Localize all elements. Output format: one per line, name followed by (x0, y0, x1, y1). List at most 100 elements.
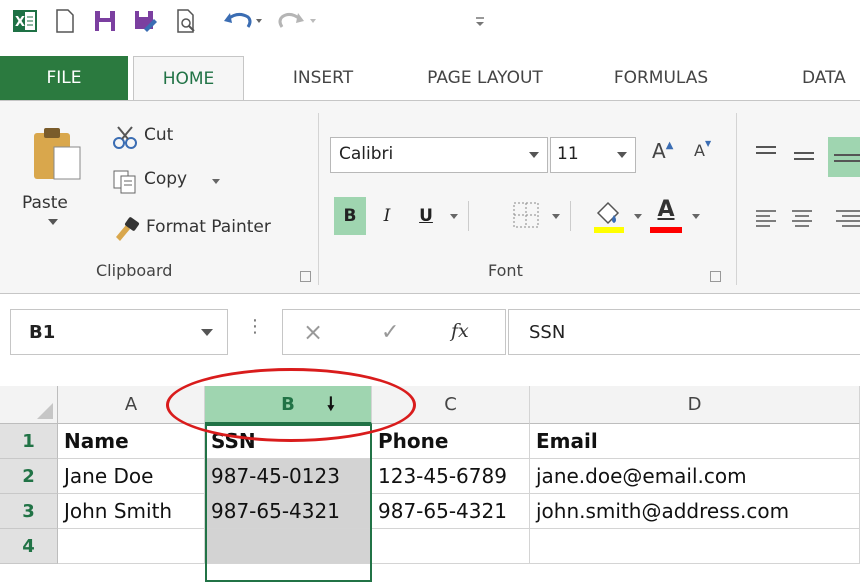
cell-a2[interactable]: Jane Doe (58, 459, 205, 494)
row-header-3[interactable]: 3 (0, 494, 58, 529)
formula-bar-resize-handle[interactable]: ⋮ (246, 316, 264, 337)
cell-d3[interactable]: john.smith@address.com (530, 494, 860, 529)
grow-font-button[interactable]: A▲ (652, 139, 686, 169)
print-preview-icon[interactable] (172, 6, 202, 36)
grow-font-label: A (652, 139, 666, 163)
svg-text:X: X (15, 15, 25, 30)
fill-color-icon[interactable] (592, 197, 626, 235)
shrink-font-button[interactable]: A▼ (694, 139, 724, 171)
cell-d1[interactable]: Email (530, 424, 860, 459)
quick-access-toolbar: X (0, 0, 860, 42)
align-left-icon[interactable] (752, 205, 780, 233)
bold-button[interactable]: B (334, 197, 366, 235)
font-size-value: 11 (557, 144, 579, 164)
save-as-icon[interactable] (130, 6, 160, 36)
align-middle-icon[interactable] (790, 143, 818, 171)
customize-toolbar-icon[interactable] (470, 6, 490, 36)
undo-icon[interactable] (222, 6, 266, 36)
copy-label[interactable]: Copy (144, 169, 187, 189)
font-dialog-launcher-icon[interactable] (710, 271, 721, 282)
align-center-icon[interactable] (788, 205, 816, 233)
group-separator (318, 113, 319, 285)
font-divider (468, 201, 469, 231)
font-color-label: A (657, 197, 675, 222)
redo-icon[interactable] (276, 6, 320, 36)
font-color-swatch (650, 227, 682, 233)
ribbon-tabs: FILE HOME INSERT PAGE LAYOUT FORMULAS DA… (0, 42, 860, 101)
insert-function-icon[interactable]: fx (451, 320, 469, 342)
shrink-font-label: A (694, 141, 705, 160)
cut-label[interactable]: Cut (144, 125, 173, 145)
column-header-c[interactable]: C (372, 386, 530, 424)
italic-button[interactable]: I (372, 197, 402, 235)
formula-buttons: × ✓ fx (282, 309, 506, 355)
row-header-2[interactable]: 2 (0, 459, 58, 494)
tab-page-layout[interactable]: PAGE LAYOUT (400, 56, 570, 100)
align-right-icon[interactable] (826, 205, 860, 233)
select-all-button[interactable] (0, 386, 58, 424)
excel-logo-icon: X (10, 6, 40, 36)
align-top-icon[interactable] (752, 139, 780, 167)
worksheet-grid: A B 🠗 C D 1 Name SSN Phone Email 2 Jane … (0, 386, 860, 582)
cell-c4[interactable] (372, 529, 530, 564)
font-name-dropdown-icon[interactable] (529, 152, 539, 158)
name-box[interactable]: B1 (10, 309, 228, 355)
new-document-icon[interactable] (50, 6, 80, 36)
formula-bar: B1 ⋮ × ✓ fx SSN (0, 294, 860, 370)
column-header-b[interactable]: B 🠗 (205, 386, 372, 424)
cell-a3[interactable]: John Smith (58, 494, 205, 529)
tab-formulas[interactable]: FORMULAS (592, 56, 730, 100)
format-painter-icon[interactable] (112, 215, 142, 241)
cell-c3[interactable]: 987-65-4321 (372, 494, 530, 529)
cell-d4[interactable] (530, 529, 860, 564)
borders-icon[interactable] (510, 199, 542, 231)
format-painter-label[interactable]: Format Painter (146, 217, 271, 237)
font-size-combo[interactable]: 11 (550, 137, 636, 173)
cell-b2[interactable]: 987-45-0123 (205, 459, 372, 494)
tab-file[interactable]: FILE (0, 56, 128, 100)
tab-data[interactable]: DATA (802, 56, 860, 100)
paste-dropdown-icon[interactable] (48, 219, 58, 225)
cell-d2[interactable]: jane.doe@email.com (530, 459, 860, 494)
cell-a1[interactable]: Name (58, 424, 205, 459)
underline-button[interactable]: U (410, 197, 442, 235)
align-bottom-icon[interactable] (828, 137, 860, 177)
enter-icon[interactable]: ✓ (381, 320, 399, 345)
underline-dropdown-icon[interactable] (450, 214, 458, 219)
font-size-dropdown-icon[interactable] (617, 152, 627, 158)
font-divider (570, 201, 571, 231)
cell-b3[interactable]: 987-65-4321 (205, 494, 372, 529)
font-name-value: Calibri (339, 144, 394, 164)
copy-dropdown-icon[interactable] (212, 179, 220, 184)
formula-input[interactable]: SSN (508, 309, 860, 355)
row-header-4[interactable]: 4 (0, 529, 58, 564)
font-name-combo[interactable]: Calibri (330, 137, 548, 173)
column-header-a[interactable]: A (58, 386, 205, 424)
cut-icon[interactable] (112, 125, 140, 151)
row-header-1[interactable]: 1 (0, 424, 58, 459)
tab-insert[interactable]: INSERT (268, 56, 378, 100)
cancel-icon[interactable]: × (303, 318, 323, 346)
formula-input-value: SSN (529, 322, 566, 343)
cell-c1[interactable]: Phone (372, 424, 530, 459)
ribbon-home: Paste Cut Copy Format Painter Clipboard … (0, 100, 860, 294)
font-color-button[interactable]: A (648, 195, 684, 235)
font-color-dropdown-icon[interactable] (692, 214, 700, 219)
save-icon[interactable] (90, 6, 120, 36)
fill-color-dropdown-icon[interactable] (634, 214, 642, 219)
cell-b4[interactable] (205, 529, 372, 564)
cell-c2[interactable]: 123-45-6789 (372, 459, 530, 494)
cell-a4[interactable] (58, 529, 205, 564)
name-box-dropdown-icon[interactable] (201, 329, 213, 336)
font-group-label: Font (488, 261, 523, 280)
paste-label[interactable]: Paste (22, 193, 68, 213)
borders-dropdown-icon[interactable] (552, 214, 560, 219)
clipboard-dialog-launcher-icon[interactable] (300, 271, 311, 282)
name-box-value: B1 (29, 322, 56, 343)
group-separator (736, 113, 737, 285)
column-header-d[interactable]: D (530, 386, 860, 424)
cell-b1[interactable]: SSN (205, 424, 372, 459)
copy-icon[interactable] (112, 169, 138, 195)
paste-icon[interactable] (26, 125, 88, 181)
tab-home[interactable]: HOME (133, 56, 244, 101)
